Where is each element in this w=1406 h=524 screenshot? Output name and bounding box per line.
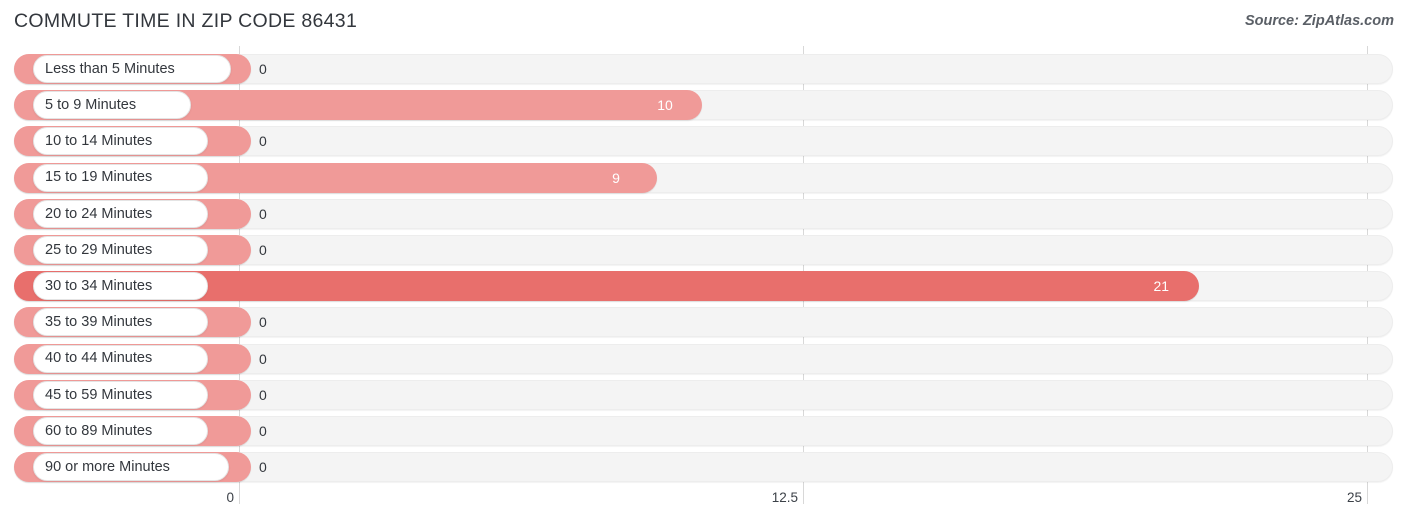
category-label: 30 to 34 Minutes — [45, 277, 153, 294]
bar-row: 30 to 34 Minutes 21 — [0, 271, 1406, 302]
category-label-pill: 5 to 9 Minutes — [33, 91, 191, 120]
axis-tick-label: 0 — [226, 490, 234, 505]
bar-row: 40 to 44 Minutes 0 — [0, 343, 1406, 374]
page-title: COMMUTE TIME IN ZIP CODE 86431 — [14, 10, 358, 32]
x-axis: 0 12.5 25 — [0, 486, 1406, 524]
category-label-pill: 90 or more Minutes — [33, 453, 229, 482]
category-label-pill: 10 to 14 Minutes — [33, 127, 208, 156]
chart-plot-area: Less than 5 Minutes 0 5 to 9 Minutes 10 10 t… — [0, 46, 1406, 486]
axis-tick-mark — [239, 486, 240, 504]
bar-row: 35 to 39 Minutes 0 — [0, 307, 1406, 338]
bar-value-label: 0 — [259, 386, 267, 403]
category-label: 40 to 44 Minutes — [45, 350, 153, 367]
bar-rows: Less than 5 Minutes 0 5 to 9 Minutes 10 10 t… — [0, 46, 1406, 486]
category-label-pill: 60 to 89 Minutes — [33, 417, 208, 445]
bar-value-label: 9 — [612, 169, 620, 186]
category-label-pill: 20 to 24 Minutes — [33, 199, 208, 228]
bar-row: 10 to 14 Minutes 0 — [0, 126, 1406, 157]
category-label: Less than 5 Minutes — [45, 60, 175, 77]
axis-tick-mark — [1367, 486, 1368, 504]
bar-value-label: 0 — [259, 459, 267, 476]
bar-row: 45 to 59 Minutes 0 — [0, 379, 1406, 410]
bar-value-label: 21 — [1153, 278, 1170, 295]
bar-value-label: 0 — [259, 205, 267, 222]
category-label: 45 to 59 Minutes — [45, 386, 153, 403]
category-label: 5 to 9 Minutes — [45, 96, 137, 113]
category-label: 15 to 19 Minutes — [45, 169, 153, 186]
bar-row: Less than 5 Minutes 0 — [0, 54, 1406, 84]
category-label-pill: 35 to 39 Minutes — [33, 308, 208, 337]
bar-value-label: 0 — [259, 423, 267, 439]
category-label-pill: 15 to 19 Minutes — [33, 163, 208, 192]
bar-row: 15 to 19 Minutes 9 — [0, 162, 1406, 193]
bar-value-label: 0 — [259, 350, 267, 367]
axis-tick-label: 25 — [1346, 490, 1362, 505]
category-label: 60 to 89 Minutes — [45, 422, 153, 439]
bar-row: 90 or more Minutes 0 — [0, 452, 1406, 483]
bar-row: 20 to 24 Minutes 0 — [0, 198, 1406, 229]
source-attribution: Source: ZipAtlas.com — [1244, 13, 1394, 29]
category-label: 10 to 14 Minutes — [45, 133, 153, 150]
category-label-pill: Less than 5 Minutes — [33, 55, 231, 83]
category-label: 25 to 29 Minutes — [45, 241, 153, 258]
bar-value-label: 0 — [259, 61, 267, 77]
category-label-pill: 30 to 34 Minutes — [33, 272, 208, 301]
bar-value-label: 0 — [259, 242, 267, 258]
bar-row: 60 to 89 Minutes 0 — [0, 416, 1406, 446]
category-label-pill: 25 to 29 Minutes — [33, 236, 208, 264]
bar-row: 5 to 9 Minutes 10 — [0, 90, 1406, 121]
bar-value-label: 10 — [657, 97, 673, 114]
bar-value-label: 0 — [259, 314, 267, 331]
bar-row: 25 to 29 Minutes 0 — [0, 235, 1406, 265]
bar-value-label: 0 — [259, 133, 267, 150]
axis-tick-mark — [803, 486, 804, 504]
axis-tick-label: 12.5 — [771, 490, 798, 505]
category-label-pill: 40 to 44 Minutes — [33, 344, 208, 373]
category-label: 90 or more Minutes — [45, 458, 170, 475]
category-label: 20 to 24 Minutes — [45, 205, 153, 222]
category-label-pill: 45 to 59 Minutes — [33, 380, 208, 409]
category-label: 35 to 39 Minutes — [45, 314, 153, 331]
chart-header: COMMUTE TIME IN ZIP CODE 86431 Source: Z… — [0, 0, 1406, 44]
